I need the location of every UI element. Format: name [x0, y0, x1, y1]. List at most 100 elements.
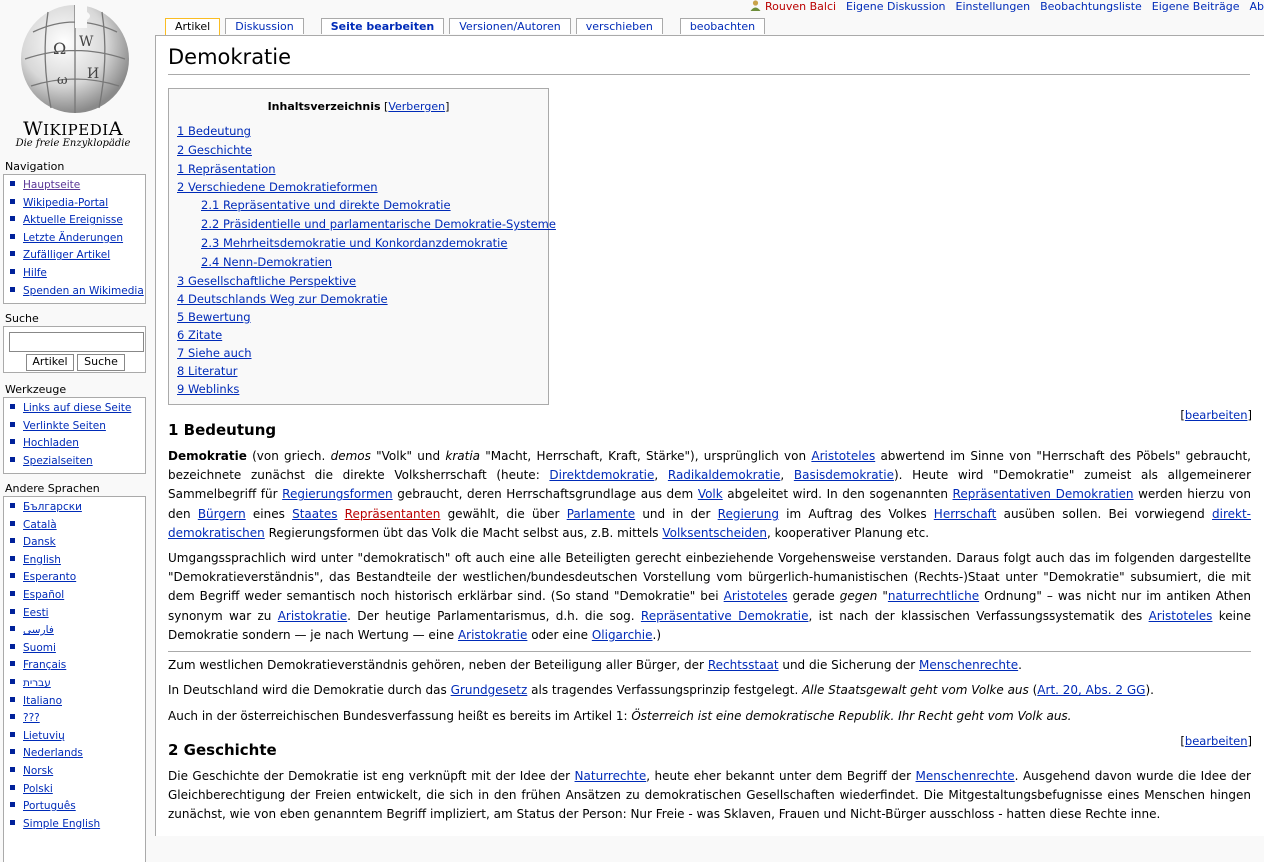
toc-entry[interactable]: 6 Zitate — [177, 328, 222, 342]
wiki-link[interactable]: Aristoteles — [811, 449, 875, 463]
lang-link[interactable]: Polski — [23, 783, 53, 795]
tab-edit[interactable]: Seite bearbeiten — [321, 18, 445, 34]
wiki-link[interactable]: naturrechtliche — [888, 589, 979, 603]
toc-entry[interactable]: 1 Repräsentation — [177, 162, 276, 176]
nav-donate[interactable]: Spenden an Wikimedia — [23, 285, 144, 297]
text — [337, 507, 344, 521]
contributions-link[interactable]: Eigene Beiträge — [1152, 0, 1240, 13]
tab-article[interactable]: Artikel — [165, 18, 220, 36]
wiki-link[interactable]: Parlamente — [567, 507, 635, 521]
wiki-link[interactable]: Volksentscheiden — [662, 526, 767, 540]
nav-random-article[interactable]: Zufälliger Artikel — [23, 249, 110, 261]
wiki-link[interactable]: Menschenrechte — [919, 658, 1018, 672]
wiki-link[interactable]: Bürgern — [198, 507, 246, 521]
my-talk-link[interactable]: Eigene Diskussion — [846, 0, 945, 13]
toc-entry[interactable]: 7 Siehe auch — [177, 346, 252, 360]
wiki-link[interactable]: Naturrechte — [575, 769, 647, 783]
toc-entry[interactable]: 2.1 Repräsentative und direkte Demokrati… — [201, 198, 451, 212]
wiki-link[interactable]: Regierungsformen — [282, 487, 393, 501]
edit-section-1-button[interactable]: bearbeiten — [1185, 408, 1248, 422]
toc-entry[interactable]: 3 Gesellschaftliche Perspektive — [177, 274, 356, 288]
lang-link[interactable]: Italiano — [23, 695, 62, 707]
tab-discussion[interactable]: Diskussion — [225, 18, 303, 34]
lang-link[interactable]: Nederlands — [23, 747, 83, 759]
toc-entry[interactable]: 1 Bedeutung — [177, 124, 251, 138]
content-actions: Artikel Diskussion Seite bearbeitenVersion… — [165, 18, 770, 35]
wiki-link[interactable]: Herrschaft — [934, 507, 997, 521]
nav-current-events[interactable]: Aktuelle Ereignisse — [23, 214, 123, 226]
toc-entry[interactable]: 8 Literatur — [177, 364, 237, 378]
wiki-link[interactable]: Basisdemokratie — [794, 468, 894, 482]
tab-move[interactable]: verschieben — [576, 18, 663, 34]
toc-entry[interactable]: 2 Verschiedene Demokratieformen — [177, 180, 378, 194]
wiki-link[interactable]: Radikaldemokratie — [668, 468, 781, 482]
lang-link[interactable]: Български — [23, 501, 82, 513]
text: gegen — [840, 589, 878, 603]
wiki-link[interactable]: Oligarchie — [592, 628, 653, 642]
lang-link[interactable]: Norsk — [23, 765, 53, 777]
watchlist-link[interactable]: Beobachtungsliste — [1040, 0, 1142, 13]
nav-recent-changes[interactable]: Letzte Änderungen — [23, 232, 123, 244]
wiki-link[interactable]: Repräsentative Demokratie — [641, 609, 809, 623]
wiki-link[interactable]: Direktdemokratie — [549, 468, 654, 482]
toc-entry[interactable]: 4 Deutschlands Weg zur Demokratie — [177, 292, 388, 306]
wiki-link[interactable]: Menschenrechte — [916, 769, 1015, 783]
toc-entry[interactable]: 9 Weblinks — [177, 382, 239, 396]
nav-main-page[interactable]: Hauptseite — [23, 179, 80, 191]
wiki-link[interactable]: Aristokratie — [458, 628, 527, 642]
section-heading-2: 2 Geschichte — [168, 740, 277, 760]
nav-portal[interactable]: Wikipedia-Portal — [23, 197, 108, 209]
toc-entry[interactable]: 2 Geschichte — [177, 143, 252, 157]
wiki-link[interactable]: Grundgesetz — [451, 683, 528, 697]
logo-wordmark: WIKIPEDIA — [0, 118, 146, 140]
tool-related-changes[interactable]: Verlinkte Seiten — [23, 420, 106, 432]
preferences-link[interactable]: Einstellungen — [956, 0, 1031, 13]
text: . — [1018, 658, 1022, 672]
lang-link[interactable]: Español — [23, 589, 64, 601]
wikipedia-logo[interactable]: Ω W И ω WIKIPEDIA Die freie Enzyklopädie — [0, 0, 150, 155]
lang-link[interactable]: ??? — [23, 712, 40, 724]
lang-link[interactable]: Simple English — [23, 818, 100, 830]
tool-upload[interactable]: Hochladen — [23, 437, 79, 449]
svg-text:Ω: Ω — [53, 39, 66, 58]
toc-entry[interactable]: 2.3 Mehrheitsdemokratie und Konkordanzde… — [201, 236, 507, 250]
toolbox-heading: Werkzeuge — [3, 383, 146, 397]
lang-link[interactable]: Suomi — [23, 642, 56, 654]
lang-link[interactable]: فارسی — [23, 624, 54, 636]
wiki-link[interactable]: Staates — [292, 507, 337, 521]
logout-link[interactable]: Abmelden — [1250, 0, 1264, 13]
search-input[interactable] — [9, 332, 144, 352]
lang-link[interactable]: Català — [23, 519, 57, 531]
navigation-portlet: Navigation Hauptseite Wikipedia-Portal A… — [3, 160, 146, 304]
wiki-link[interactable]: Aristokratie — [278, 609, 347, 623]
wiki-link[interactable]: Rechtsstaat — [708, 658, 779, 672]
lang-link[interactable]: English — [23, 554, 61, 566]
toc-entry[interactable]: 2.4 Nenn-Demokratien — [201, 255, 332, 269]
tab-watch[interactable]: beobachten — [680, 18, 765, 34]
tool-what-links-here[interactable]: Links auf diese Seite — [23, 402, 131, 414]
lang-link[interactable]: עברית — [23, 677, 51, 689]
user-page-link[interactable]: Rouven Balci — [750, 0, 836, 13]
wiki-link[interactable]: Regierung — [718, 507, 779, 521]
wiki-link[interactable]: Repräsentativen Demokratien — [953, 487, 1134, 501]
lang-link[interactable]: Lietuvių — [23, 730, 65, 742]
toc-entry[interactable]: 2.2 Präsidentielle und parlamentarische … — [201, 217, 556, 231]
go-button[interactable]: Artikel — [26, 354, 74, 371]
lang-link[interactable]: Português — [23, 800, 76, 812]
tool-special-pages[interactable]: Spezialseiten — [23, 455, 93, 467]
wiki-link[interactable]: Art. 20, Abs. 2 GG — [1037, 683, 1145, 697]
lang-link[interactable]: Eesti — [23, 607, 49, 619]
search-button[interactable]: Suche — [77, 354, 125, 371]
wiki-link[interactable]: Volk — [698, 487, 723, 501]
nav-help[interactable]: Hilfe — [23, 267, 47, 279]
wiki-link[interactable]: Aristoteles — [1149, 609, 1213, 623]
lang-link[interactable]: Français — [23, 659, 66, 671]
toc-toggle-link[interactable]: Verbergen — [388, 100, 445, 113]
wiki-link[interactable]: Aristoteles — [724, 589, 788, 603]
tab-history[interactable]: Versionen/Autoren — [449, 18, 570, 34]
lang-link[interactable]: Esperanto — [23, 571, 76, 583]
toc-entry[interactable]: 5 Bewertung — [177, 310, 251, 324]
edit-section-2-button[interactable]: bearbeiten — [1185, 734, 1248, 748]
lang-link[interactable]: Dansk — [23, 536, 56, 548]
missing-article-link[interactable]: Repräsentanten — [345, 507, 441, 521]
